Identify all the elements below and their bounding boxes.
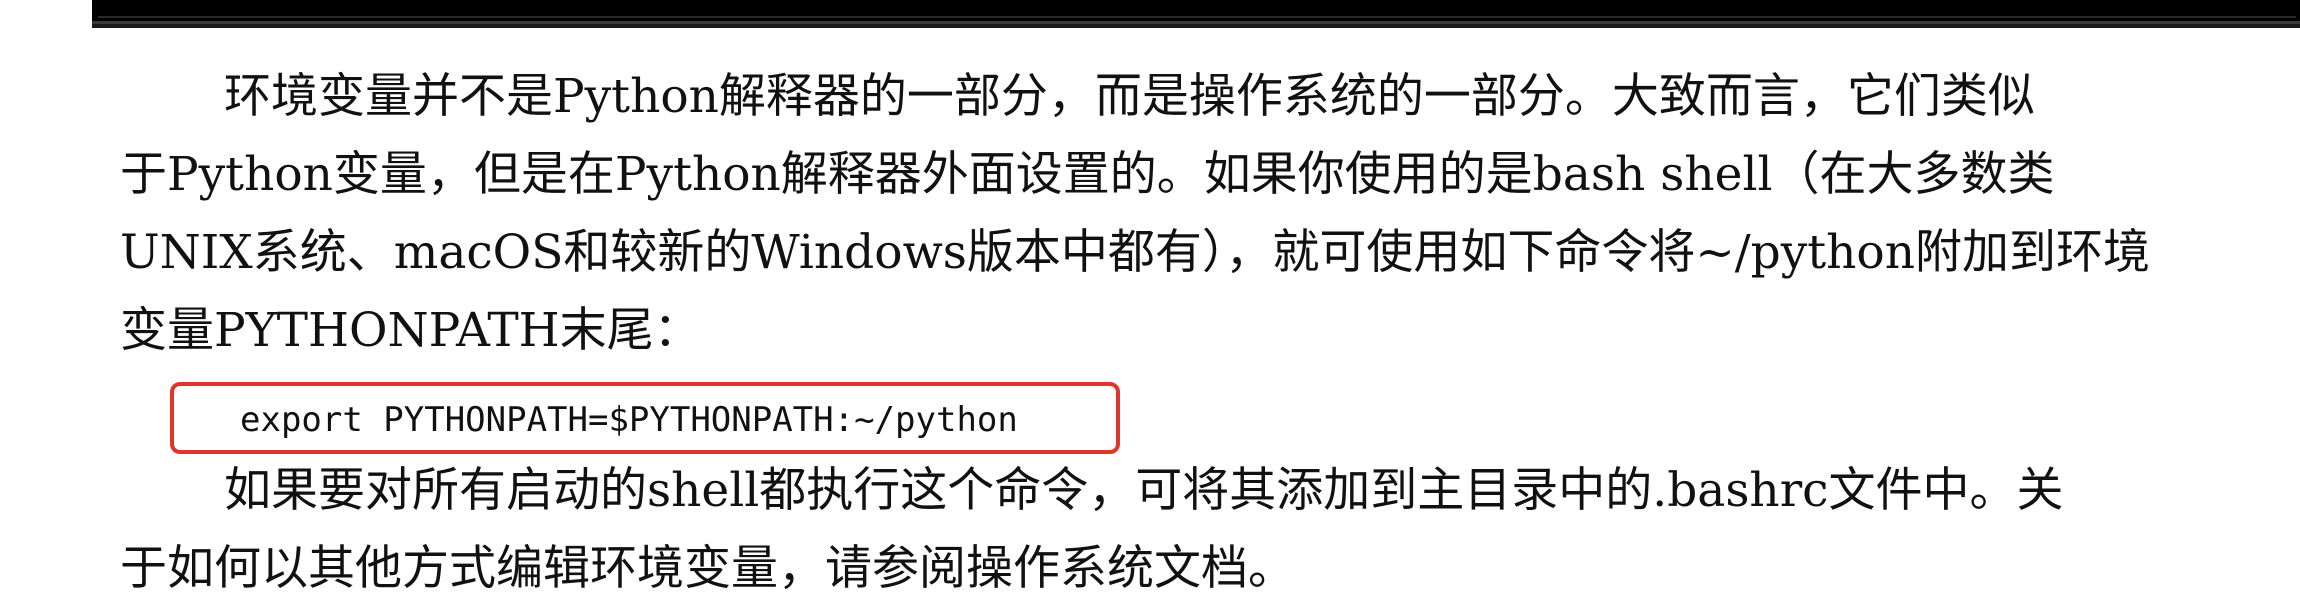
paragraph-line: 变量PYTHONPATH末尾： [120,303,701,358]
paragraph-line: UNIX系统、macOS和较新的Windows版本中都有），就可使用如下命令将~… [120,225,2150,280]
code-block-inner-line [98,16,2296,18]
paragraph-line: 于如何以其他方式编辑环境变量，请参阅操作系统文档。 [120,541,1295,596]
highlighted-code-block: export PYTHONPATH=$PYTHONPATH:~/python [170,382,1120,454]
paragraph-line: 环境变量并不是Python解释器的一部分，而是操作系统的一部分。大致而言，它们类… [224,69,2035,124]
paragraph-environment-variables: 环境变量并不是Python解释器的一部分，而是操作系统的一部分。大致而言，它们类… [120,58,2270,370]
paragraph-bashrc: 如果要对所有启动的shell都执行这个命令，可将其添加到主目录中的.bashrc… [120,452,2270,608]
code-block-bottom-edge [92,0,2300,28]
paragraph-line: 于Python变量，但是在Python解释器外面设置的。如果你使用的是bash … [120,147,2055,202]
export-command-code: export PYTHONPATH=$PYTHONPATH:~/python [240,400,1018,440]
paragraph-line: 如果要对所有启动的shell都执行这个命令，可将其添加到主目录中的.bashrc… [224,463,2064,518]
